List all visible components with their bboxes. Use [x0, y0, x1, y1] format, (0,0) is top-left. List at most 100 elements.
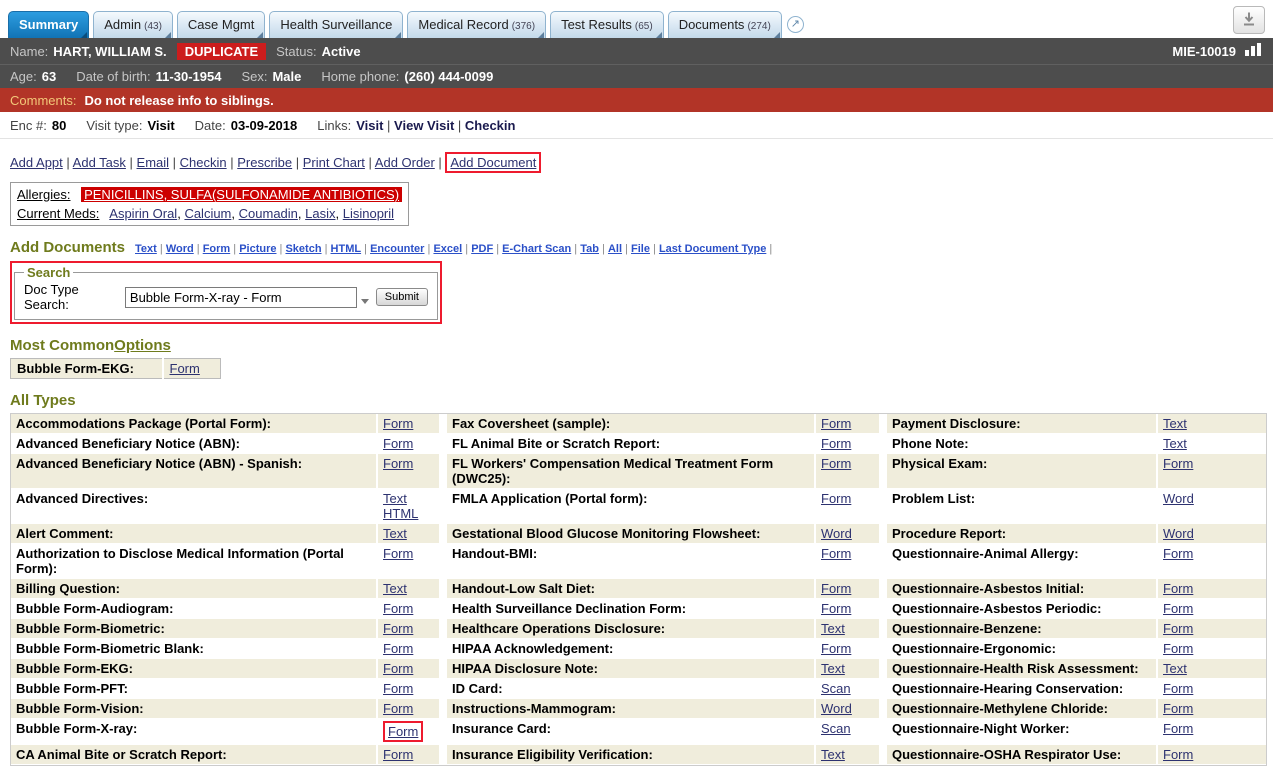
- doc-link-insurance-card-scan[interactable]: Scan: [821, 721, 851, 736]
- doc-link-physical-exam-form[interactable]: Form: [1163, 456, 1193, 471]
- action-link-add-task[interactable]: Add Task: [73, 155, 126, 170]
- action-link-add-appt[interactable]: Add Appt: [10, 155, 63, 170]
- allergy-alert-link[interactable]: PENICILLINS, SULFA(SULFONAMIDE ANTIBIOTI…: [81, 187, 402, 202]
- doc-type-name: Billing Question:: [11, 579, 377, 599]
- encounter-link-checkin[interactable]: Checkin: [465, 118, 516, 133]
- doc-link-questionnaire-ergonomic-form[interactable]: Form: [1163, 641, 1193, 656]
- doc-link-bubble-form-biometric-blank-form[interactable]: Form: [383, 641, 413, 656]
- doc-link-bubble-form-biometric-form[interactable]: Form: [383, 621, 413, 636]
- doc-type-link-sketch[interactable]: Sketch: [285, 243, 321, 255]
- doc-link-questionnaire-health-risk-assessment-text[interactable]: Text: [1163, 661, 1187, 676]
- duplicate-badge[interactable]: DUPLICATE: [177, 43, 266, 60]
- tab-health-surveillance[interactable]: Health Surveillance: [269, 11, 403, 38]
- doc-link-fax-coversheet-sample-form[interactable]: Form: [821, 416, 851, 431]
- doc-link-questionnaire-night-worker-form[interactable]: Form: [1163, 721, 1193, 736]
- encounter-link-view-visit[interactable]: View Visit: [394, 118, 454, 133]
- doc-type-link-pdf[interactable]: PDF: [471, 243, 493, 255]
- doc-type-link-last-document-type[interactable]: Last Document Type: [659, 243, 766, 255]
- doc-link-fl-animal-bite-or-scratch-report-form[interactable]: Form: [821, 436, 851, 451]
- doc-link-authorization-to-disclose-medical-information-portal-form-form[interactable]: Form: [383, 546, 413, 561]
- doc-type-link-html[interactable]: HTML: [331, 243, 362, 255]
- doc-link-billing-question-text[interactable]: Text: [383, 581, 407, 596]
- action-link-email[interactable]: Email: [137, 155, 170, 170]
- doc-link-alert-comment-text[interactable]: Text: [383, 526, 407, 541]
- action-link-prescribe[interactable]: Prescribe: [237, 155, 292, 170]
- submit-button[interactable]: Submit: [376, 288, 428, 306]
- doc-type-link-excel[interactable]: Excel: [433, 243, 462, 255]
- tab-summary[interactable]: Summary: [8, 11, 89, 38]
- dob-value: 11-30-1954: [156, 69, 222, 84]
- med-link-calcium[interactable]: Calcium: [184, 206, 231, 221]
- action-link-add-document[interactable]: Add Document: [445, 152, 541, 173]
- tab-count: (43): [144, 21, 162, 32]
- doc-link-instructions-mammogram-word[interactable]: Word: [821, 701, 852, 716]
- doc-link-handout-bmi-form[interactable]: Form: [821, 546, 851, 561]
- tab-test-results[interactable]: Test Results(65): [550, 11, 664, 38]
- action-link-add-order[interactable]: Add Order: [375, 155, 435, 170]
- doc-link-fmla-application-portal-form-form[interactable]: Form: [821, 491, 851, 506]
- med-link-lisinopril[interactable]: Lisinopril: [343, 206, 394, 221]
- combo-dropdown-icon[interactable]: [361, 299, 369, 304]
- doc-link-gestational-blood-glucose-monitoring-flowsheet-word[interactable]: Word: [821, 526, 852, 541]
- doc-link-problem-list-word[interactable]: Word: [1163, 491, 1194, 506]
- doc-type-link-e-chart-scan[interactable]: E-Chart Scan: [502, 243, 571, 255]
- doc-type-name: Instructions-Mammogram:: [447, 699, 815, 719]
- tab-admin[interactable]: Admin(43): [93, 11, 173, 38]
- doc-type-link-picture[interactable]: Picture: [239, 243, 276, 255]
- collapse-header-button[interactable]: [1233, 6, 1265, 34]
- doc-link-handout-low-salt-diet-form[interactable]: Form: [821, 581, 851, 596]
- doc-link-advanced-beneficiary-notice-abn-spanish-form[interactable]: Form: [383, 456, 413, 471]
- med-link-aspirin-oral[interactable]: Aspirin Oral: [109, 206, 177, 221]
- doc-link-questionnaire-asbestos-initial-form[interactable]: Form: [1163, 581, 1193, 596]
- doc-link-insurance-eligibility-verification-text[interactable]: Text: [821, 747, 845, 762]
- doc-link-bubble-form-ekg-form[interactable]: Form: [170, 361, 200, 376]
- action-link-print-chart[interactable]: Print Chart: [303, 155, 365, 170]
- most-common-options-link[interactable]: Options: [114, 337, 171, 354]
- doc-type-link-text[interactable]: Text: [135, 243, 157, 255]
- action-link-checkin[interactable]: Checkin: [180, 155, 227, 170]
- popout-icon[interactable]: ↗: [787, 16, 804, 33]
- doc-link-questionnaire-osha-respirator-use-form[interactable]: Form: [1163, 747, 1193, 762]
- doc-type-name: Advanced Beneficiary Notice (ABN):: [11, 434, 377, 454]
- doc-link-advanced-directives-text[interactable]: Text: [383, 491, 407, 506]
- doc-link-advanced-directives-html[interactable]: HTML: [383, 506, 418, 521]
- doc-link-bubble-form-pft-form[interactable]: Form: [383, 681, 413, 696]
- doc-type-link-tab[interactable]: Tab: [580, 243, 599, 255]
- doc-type-search-input[interactable]: [125, 287, 357, 308]
- doc-link-questionnaire-hearing-conservation-form[interactable]: Form: [1163, 681, 1193, 696]
- allergies-label-link[interactable]: Allergies:: [17, 187, 70, 202]
- med-link-lasix[interactable]: Lasix: [305, 206, 335, 221]
- doc-link-questionnaire-methylene-chloride-form[interactable]: Form: [1163, 701, 1193, 716]
- doc-link-questionnaire-animal-allergy-form[interactable]: Form: [1163, 546, 1193, 561]
- doc-link-hipaa-disclosure-note-text[interactable]: Text: [821, 661, 845, 676]
- doc-link-bubble-form-audiogram-form[interactable]: Form: [383, 601, 413, 616]
- doc-link-fl-workers-compensation-medical-treatment-form-dwc25-form[interactable]: Form: [821, 456, 851, 471]
- doc-link-id-card-scan[interactable]: Scan: [821, 681, 851, 696]
- doc-link-bubble-form-x-ray-form[interactable]: Form: [383, 721, 423, 742]
- doc-link-bubble-form-ekg-form[interactable]: Form: [383, 661, 413, 676]
- doc-type-link-all[interactable]: All: [608, 243, 622, 255]
- doc-type-link-word[interactable]: Word: [166, 243, 194, 255]
- med-link-coumadin[interactable]: Coumadin: [239, 206, 298, 221]
- tab-documents[interactable]: Documents(274): [668, 11, 782, 38]
- doc-link-accommodations-package-portal-form-form[interactable]: Form: [383, 416, 413, 431]
- doc-link-advanced-beneficiary-notice-abn-form[interactable]: Form: [383, 436, 413, 451]
- doc-type-link-form[interactable]: Form: [203, 243, 231, 255]
- doc-link-healthcare-operations-disclosure-text[interactable]: Text: [821, 621, 845, 636]
- doc-link-ca-animal-bite-or-scratch-report-form[interactable]: Form: [383, 747, 413, 762]
- doc-link-payment-disclosure-text[interactable]: Text: [1163, 416, 1187, 431]
- doc-link-questionnaire-benzene-form[interactable]: Form: [1163, 621, 1193, 636]
- encounter-link-visit[interactable]: Visit: [356, 118, 383, 133]
- doc-link-phone-note-text[interactable]: Text: [1163, 436, 1187, 451]
- doc-link-questionnaire-asbestos-periodic-form[interactable]: Form: [1163, 601, 1193, 616]
- chart-icon[interactable]: [1245, 43, 1263, 59]
- doc-link-health-surveillance-declination-form-form[interactable]: Form: [821, 601, 851, 616]
- doc-link-bubble-form-vision-form[interactable]: Form: [383, 701, 413, 716]
- current-meds-label-link[interactable]: Current Meds:: [17, 206, 99, 221]
- doc-type-link-encounter[interactable]: Encounter: [370, 243, 424, 255]
- doc-link-procedure-report-word[interactable]: Word: [1163, 526, 1194, 541]
- tab-case-mgmt[interactable]: Case Mgmt: [177, 11, 265, 38]
- doc-type-link-file[interactable]: File: [631, 243, 650, 255]
- tab-medical-record[interactable]: Medical Record(376): [407, 11, 546, 38]
- doc-link-hipaa-acknowledgement-form[interactable]: Form: [821, 641, 851, 656]
